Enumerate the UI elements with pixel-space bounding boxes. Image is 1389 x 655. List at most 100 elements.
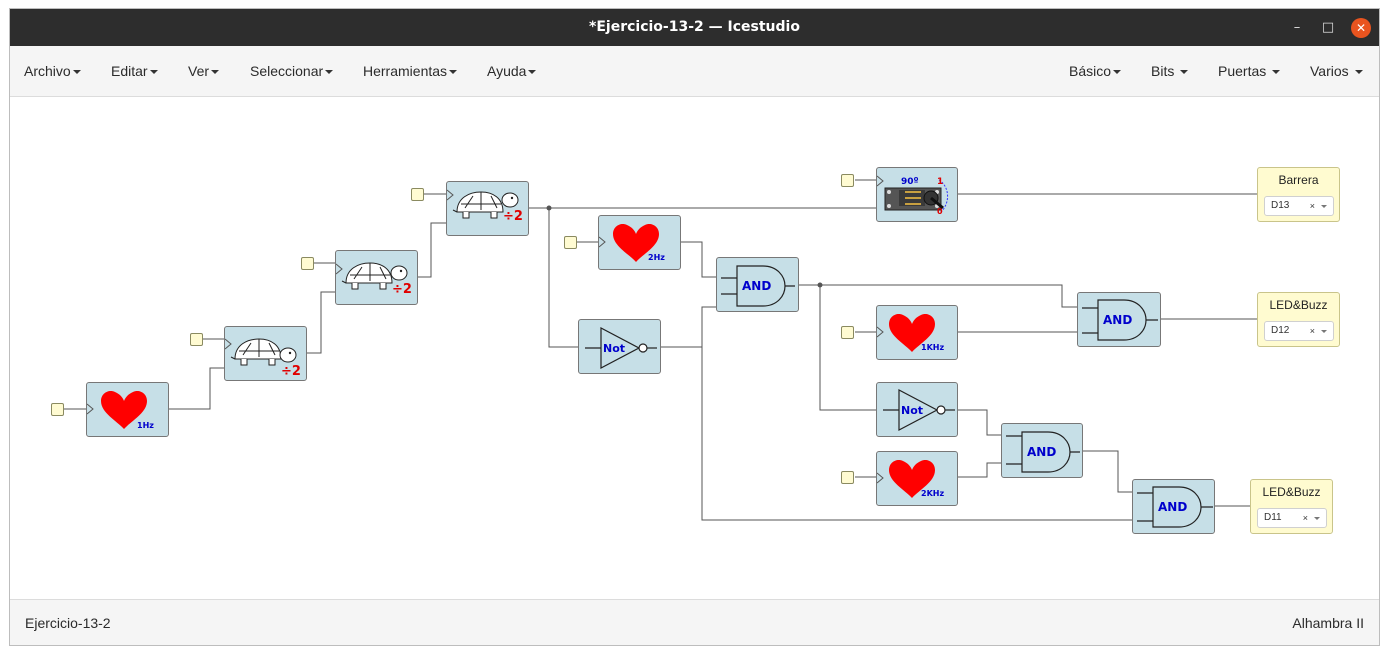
menu-bits[interactable]: Bits: [1151, 46, 1189, 96]
and-gate-icon: AND: [1006, 431, 1080, 473]
junction-dot: [817, 282, 823, 288]
and-gate-icon: AND: [721, 265, 795, 307]
and-label: AND: [742, 279, 771, 293]
heartbeat-1khz-block[interactable]: 1KHz: [876, 305, 958, 360]
menu-archivo[interactable]: Archivo: [24, 46, 81, 96]
not-label: Not: [603, 342, 625, 355]
caret-down-icon: [1113, 70, 1122, 75]
input-port[interactable]: [841, 326, 854, 339]
heartbeat-1hz-block[interactable]: 1Hz: [86, 382, 169, 437]
app-window: *Ejercicio-13-2 — Icestudio – □ ✕ Archiv…: [9, 8, 1380, 646]
menu-seleccionar[interactable]: Seleccionar: [250, 46, 334, 96]
pin-select[interactable]: D11 ×: [1257, 508, 1327, 528]
divider-label: ÷2: [281, 364, 301, 379]
close-button[interactable]: ✕: [1351, 18, 1371, 38]
divider-block[interactable]: ÷2: [224, 326, 307, 381]
heartbeat-2hz-block[interactable]: 2Hz: [598, 215, 681, 270]
servo-one-label: 1: [937, 177, 943, 187]
input-port[interactable]: [51, 403, 64, 416]
caret-down-icon: [325, 70, 334, 75]
junction-dot: [546, 205, 552, 211]
menu-archivo-label: Archivo: [24, 63, 71, 79]
menu-editar-label: Editar: [111, 63, 148, 79]
heartbeat-2khz-block[interactable]: 2KHz: [876, 451, 958, 506]
clear-icon[interactable]: ×: [1310, 322, 1315, 340]
and-gate-block[interactable]: AND: [1001, 423, 1083, 478]
and-gate-block[interactable]: AND: [716, 257, 799, 312]
caret-down-icon: [149, 70, 158, 75]
menu-ver[interactable]: Ver: [188, 46, 220, 96]
minimize-button[interactable]: –: [1287, 18, 1307, 38]
wire: [169, 367, 224, 410]
menu-herramientas-label: Herramientas: [363, 63, 448, 79]
output-name: LED&Buzz: [1269, 298, 1328, 312]
heart-label: 1Hz: [137, 421, 154, 430]
output-name: Barrera: [1278, 173, 1319, 187]
output-ledbuzz-block[interactable]: LED&Buzz D11 ×: [1250, 479, 1333, 534]
menu-basico[interactable]: Básico: [1069, 46, 1122, 96]
clear-icon[interactable]: ×: [1303, 509, 1308, 527]
wire: [819, 285, 876, 411]
and-label: AND: [1027, 445, 1056, 459]
menu-varios[interactable]: Varios: [1310, 46, 1363, 96]
not-gate-block[interactable]: Not: [876, 382, 958, 437]
wire: [958, 462, 1001, 478]
caret-down-icon: [449, 70, 458, 75]
turtle-icon: ÷2: [446, 189, 523, 224]
divider-block[interactable]: ÷2: [446, 181, 529, 236]
menu-herramientas[interactable]: Herramientas: [363, 46, 458, 96]
turtle-icon: ÷2: [224, 338, 301, 379]
not-gate-icon: Not: [585, 327, 657, 369]
and-gate-block[interactable]: AND: [1132, 479, 1215, 534]
window-title: *Ejercicio-13-2 — Icestudio: [589, 19, 800, 35]
wire: [418, 222, 446, 278]
caret-down-icon: [211, 70, 220, 75]
pin-select[interactable]: D12 ×: [1264, 321, 1334, 341]
and-label: AND: [1103, 313, 1132, 327]
output-name: LED&Buzz: [1262, 485, 1321, 499]
board-name[interactable]: Alhambra II: [1292, 600, 1364, 645]
input-port[interactable]: [190, 333, 203, 346]
dropdown-arrow-icon: [1321, 330, 1327, 333]
menu-puertas-label: Puertas: [1218, 63, 1267, 79]
heart-icon: 1Hz: [86, 391, 154, 430]
input-port[interactable]: [841, 174, 854, 187]
menu-basico-label: Básico: [1069, 63, 1112, 79]
heart-icon: 2KHz: [876, 460, 944, 498]
divider-label: ÷2: [392, 282, 412, 297]
caret-down-icon: [1272, 70, 1281, 75]
input-port[interactable]: [301, 257, 314, 270]
heart-label: 2KHz: [921, 489, 944, 498]
menu-puertas[interactable]: Puertas: [1218, 46, 1281, 96]
and-gate-icon: AND: [1137, 486, 1213, 528]
servo-angle-label: 90º: [901, 177, 919, 187]
input-port[interactable]: [841, 471, 854, 484]
servo-icon: 90º 1 0: [876, 175, 948, 216]
clear-icon[interactable]: ×: [1310, 197, 1315, 215]
dropdown-arrow-icon: [1321, 205, 1327, 208]
heart-label: 1KHz: [921, 343, 944, 352]
and-gate-block[interactable]: AND: [1077, 292, 1161, 347]
input-port[interactable]: [564, 236, 577, 249]
input-port[interactable]: [411, 188, 424, 201]
menu-varios-label: Varios: [1310, 63, 1349, 79]
wire: [681, 241, 716, 278]
and-label: AND: [1158, 500, 1187, 514]
caret-down-icon: [1354, 70, 1363, 75]
not-label: Not: [901, 404, 923, 417]
menu-editar[interactable]: Editar: [111, 46, 158, 96]
divider-label: ÷2: [503, 209, 523, 224]
output-ledbuzz-block[interactable]: LED&Buzz D12 ×: [1257, 292, 1340, 347]
servo-block[interactable]: 90º 1 0: [876, 167, 958, 222]
divider-block[interactable]: ÷2: [335, 250, 418, 305]
maximize-button[interactable]: □: [1318, 18, 1338, 38]
pin-value: D13: [1271, 200, 1290, 211]
menu-ayuda[interactable]: Ayuda: [487, 46, 537, 96]
pin-select[interactable]: D13 ×: [1264, 196, 1334, 216]
output-barrera-block[interactable]: Barrera D13 ×: [1257, 167, 1340, 222]
not-gate-block[interactable]: Not: [578, 319, 661, 374]
servo-zero-label: 0: [937, 207, 943, 216]
status-bar: Ejercicio-13-2 Alhambra II: [10, 599, 1379, 645]
circuit-canvas[interactable]: 1Hz ÷2 ÷2 ÷2 2Hz Not AND 90º 1 0 1KHz AN…: [10, 97, 1379, 599]
heart-icon: 1KHz: [876, 314, 944, 352]
